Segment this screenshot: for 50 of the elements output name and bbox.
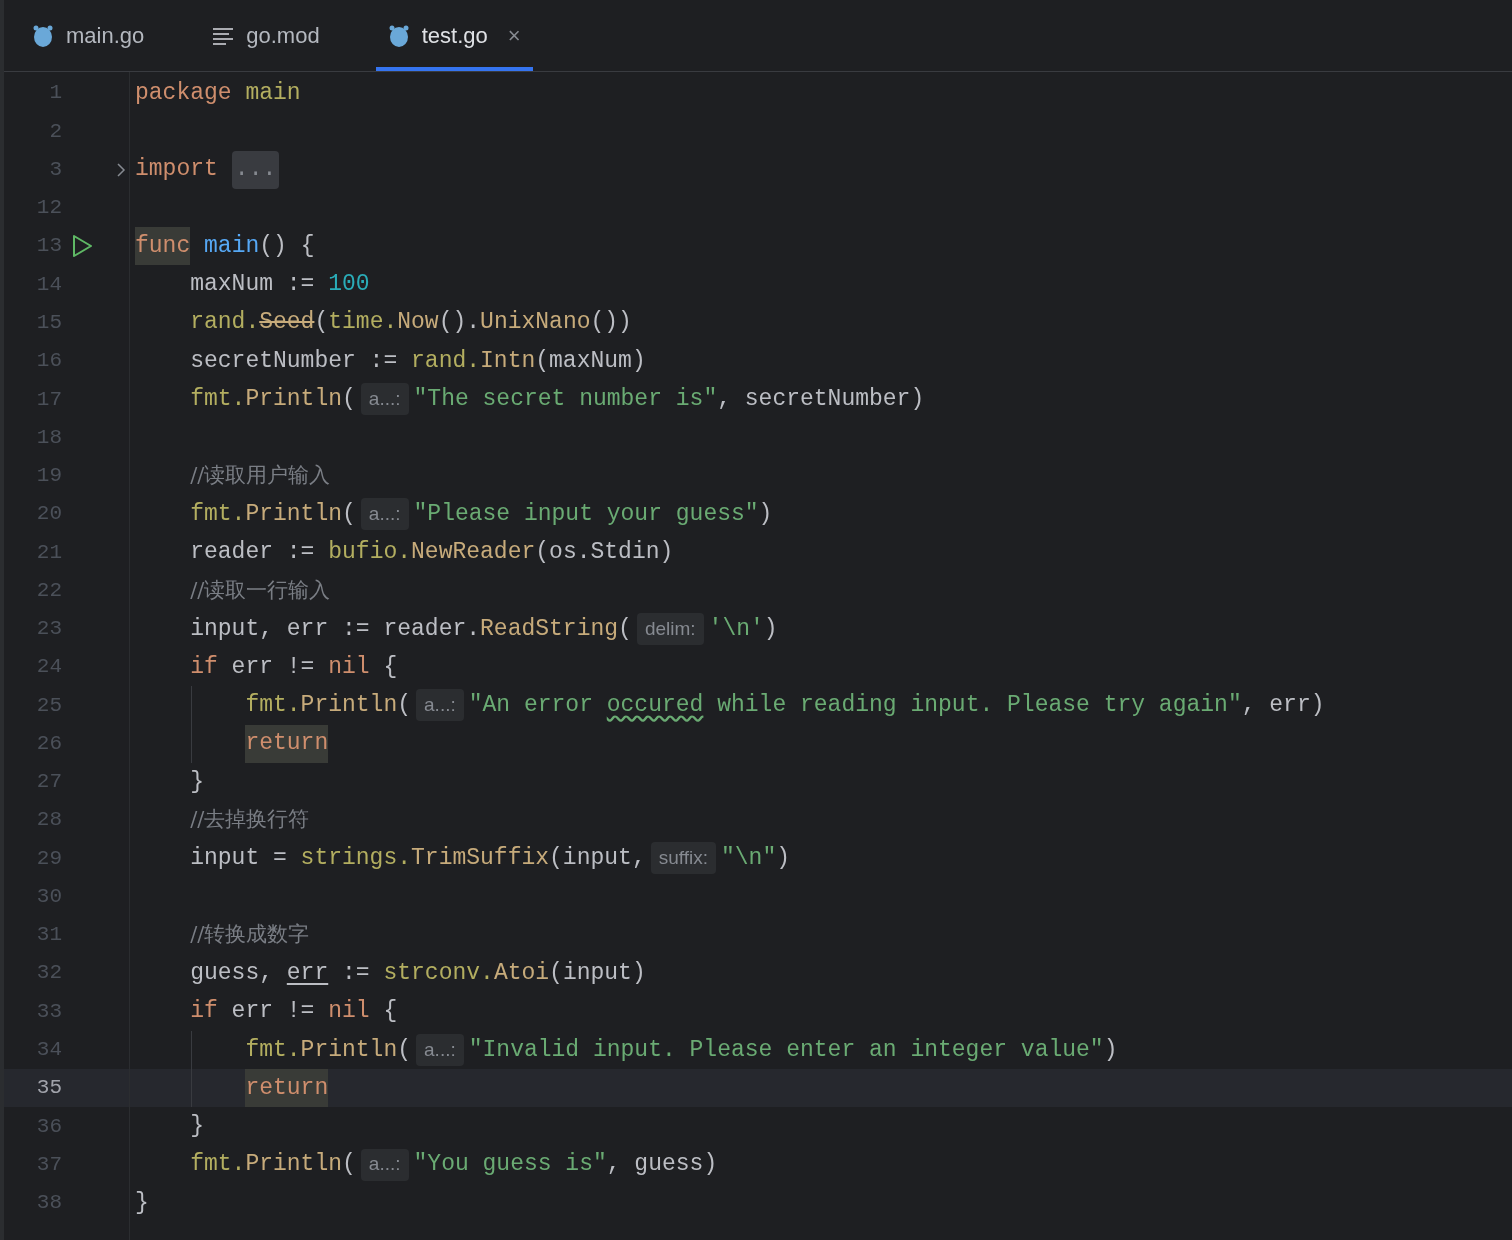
code-text: package main <box>135 78 301 108</box>
code-text: "You guess is", guess) <box>413 1150 718 1180</box>
parameter-hint: a...: <box>360 498 409 531</box>
parameter-hint: suffix: <box>650 842 716 875</box>
editor-tab[interactable]: go.mod <box>200 0 332 71</box>
code-text: //转换成数字 <box>190 921 310 949</box>
code-text: input, err := reader.ReadString( <box>190 614 632 644</box>
code-text: "The secret number is", secretNumber) <box>413 385 925 414</box>
code-text: "Please input your guess") <box>413 499 773 529</box>
parameter-hint: a...: <box>360 383 409 416</box>
code-text: rand.Seed(time.Now().UnixNano()) <box>190 308 632 338</box>
close-icon[interactable]: × <box>507 19 521 52</box>
code-text: return <box>245 1068 329 1108</box>
code-text: import <box>135 155 218 185</box>
code-text: fmt.Println( <box>190 499 356 529</box>
code-text: '\n') <box>708 614 778 644</box>
chevron-icon[interactable] <box>116 161 126 178</box>
code-text: } <box>190 1112 204 1142</box>
editor-tab[interactable]: test.go × <box>375 0 533 71</box>
code-text: "Invalid input. Please enter an integer value") <box>468 1035 1118 1065</box>
parameter-hint: a...: <box>416 689 464 722</box>
code-text: input = strings.TrimSuffix(input, <box>190 844 646 874</box>
code-text: reader := bufio.NewReader(os.Stdin) <box>190 538 674 568</box>
code-text: fmt.Println( <box>245 691 412 721</box>
line-number: 35 <box>35 1075 62 1102</box>
parameter-hint: a...: <box>416 1033 464 1066</box>
code-text: if err != nil { <box>190 652 398 682</box>
code-text: "\n") <box>720 844 790 874</box>
code-text: return <box>245 724 329 763</box>
editor-tab[interactable]: main.go <box>20 0 157 71</box>
parameter-hint: a...: <box>360 1148 409 1181</box>
code-text: fmt.Println( <box>245 1035 412 1065</box>
code-text: guess, err := strconv.Atoi(input) <box>190 959 646 988</box>
code-text: if err != nil { <box>190 997 398 1027</box>
code-text: //去掉换行符 <box>190 806 310 834</box>
code-text: } <box>135 1188 149 1218</box>
code-text: "An error occured while reading input. Please try again", err) <box>468 691 1325 721</box>
run-icon[interactable] <box>71 234 93 259</box>
code-text: //读取用户输入 <box>190 462 331 490</box>
code-text: secretNumber := rand.Intn(maxNum) <box>190 346 646 376</box>
file-type-icon <box>387 23 410 48</box>
text-lines-icon <box>212 25 235 46</box>
code-text: //读取一行输入 <box>190 576 331 604</box>
code-text: } <box>190 767 204 797</box>
parameter-hint: delim: <box>636 612 704 645</box>
file-type-icon <box>32 23 54 48</box>
code-text: fmt.Println( <box>190 385 356 414</box>
code-text: maxNum := 100 <box>190 270 370 300</box>
code-text: func main() { <box>135 227 315 266</box>
code-text: fmt.Println( <box>190 1150 356 1180</box>
